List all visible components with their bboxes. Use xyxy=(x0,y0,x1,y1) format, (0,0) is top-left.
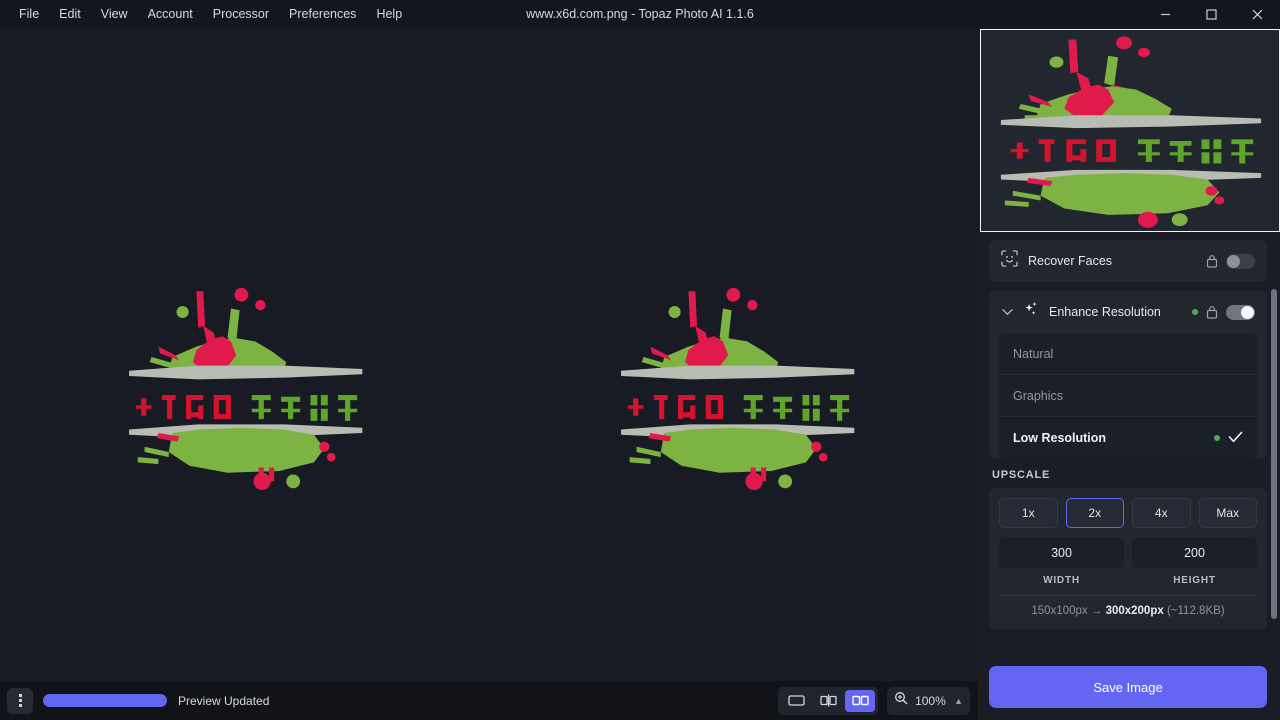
panel-scrollbar[interactable] xyxy=(1271,239,1277,669)
model-option-natural[interactable]: Natural xyxy=(999,333,1257,375)
window-controls xyxy=(1142,0,1280,29)
upscale-4x-button[interactable]: 4x xyxy=(1132,498,1191,528)
upscale-1x-button[interactable]: 1x xyxy=(999,498,1058,528)
recover-faces-label: Recover Faces xyxy=(1028,254,1112,268)
arrow-icon: → xyxy=(1091,605,1103,617)
chevron-down-icon[interactable] xyxy=(1001,308,1014,316)
maximize-icon[interactable] xyxy=(1188,0,1234,29)
zoom-control[interactable]: 100% ▲ xyxy=(887,687,970,715)
recover-faces-toggle[interactable] xyxy=(1226,254,1255,269)
title-bar: File Edit View Account Processor Prefere… xyxy=(0,0,1280,29)
chevron-up-icon[interactable]: ▲ xyxy=(954,696,963,706)
dimension-inputs: 300 WIDTH 200 HEIGHT xyxy=(999,537,1257,586)
model-option-label: Graphics xyxy=(1013,389,1063,403)
width-input[interactable]: 300 xyxy=(999,537,1124,568)
enhance-resolution-model-list: Natural Graphics Low Resolution xyxy=(999,333,1257,459)
minimize-icon[interactable] xyxy=(1142,0,1188,29)
preview-thumbnail-image xyxy=(981,30,1279,231)
check-icon xyxy=(1228,430,1243,446)
menu-item-account[interactable]: Account xyxy=(138,0,203,29)
enhanced-image xyxy=(612,274,872,490)
sparkles-icon xyxy=(1022,301,1039,323)
more-options-icon[interactable] xyxy=(7,688,33,714)
model-option-low-resolution[interactable]: Low Resolution xyxy=(999,417,1257,459)
original-image xyxy=(120,274,380,490)
filter-card-enhance-resolution[interactable]: Enhance Resolution Natural xyxy=(989,291,1267,459)
image-canvas[interactable] xyxy=(0,29,978,681)
view-mode-group xyxy=(778,687,878,715)
close-icon[interactable] xyxy=(1234,0,1280,29)
enhanced-image-pane[interactable] xyxy=(612,274,872,490)
save-image-button[interactable]: Save Image xyxy=(989,666,1267,708)
upscale-2x-button[interactable]: 2x xyxy=(1066,498,1125,528)
model-option-label: Natural xyxy=(1013,347,1053,361)
status-bar: Preview Updated xyxy=(0,681,978,720)
upscale-section-label: UPSCALE xyxy=(992,469,1269,481)
enhance-resolution-toggle[interactable] xyxy=(1226,305,1255,320)
model-option-graphics[interactable]: Graphics xyxy=(999,375,1257,417)
upscale-divider xyxy=(1001,595,1255,596)
save-image-container: Save Image xyxy=(989,666,1267,708)
side-by-side-view-icon[interactable] xyxy=(845,690,875,712)
model-status-dot xyxy=(1214,435,1220,441)
enhance-resolution-label: Enhance Resolution xyxy=(1049,305,1161,319)
width-label: WIDTH xyxy=(999,575,1124,586)
settings-scroll-area: Recover Faces xyxy=(978,232,1280,662)
menu-item-help[interactable]: Help xyxy=(366,0,412,29)
zoom-icon xyxy=(894,691,908,710)
split-view-icon[interactable] xyxy=(813,690,843,712)
lock-icon[interactable] xyxy=(1206,254,1218,268)
progress-bar xyxy=(43,694,167,707)
menu-bar: File Edit View Account Processor Prefere… xyxy=(0,0,412,29)
upscale-factor-group: 1x 2x 4x Max xyxy=(999,498,1257,528)
enhance-resolution-header[interactable]: Enhance Resolution xyxy=(989,291,1267,333)
size-summary: 150x100px → 300x200px (~112.8KB) xyxy=(999,605,1257,619)
panel-scrollbar-thumb[interactable] xyxy=(1271,289,1277,619)
upscale-max-button[interactable]: Max xyxy=(1199,498,1258,528)
estimated-file-size: (~112.8KB) xyxy=(1167,605,1225,617)
model-option-label: Low Resolution xyxy=(1013,431,1106,445)
original-image-pane[interactable] xyxy=(120,274,380,490)
settings-panel: Recover Faces xyxy=(978,29,1280,720)
height-input[interactable]: 200 xyxy=(1132,537,1257,568)
zoom-level-value: 100% xyxy=(915,694,947,708)
preview-thumbnail[interactable] xyxy=(980,29,1280,232)
lock-icon[interactable] xyxy=(1206,305,1218,319)
menu-item-view[interactable]: View xyxy=(91,0,138,29)
topaz-photo-ai-window: File Edit View Account Processor Prefere… xyxy=(0,0,1280,720)
filter-card-recover-faces[interactable]: Recover Faces xyxy=(989,240,1267,282)
status-message: Preview Updated xyxy=(178,694,269,708)
target-size: 300x200px xyxy=(1106,605,1164,617)
enhance-resolution-status-dot xyxy=(1192,309,1198,315)
recover-faces-header[interactable]: Recover Faces xyxy=(989,240,1267,282)
menu-item-processor[interactable]: Processor xyxy=(203,0,279,29)
status-bar-right: 100% ▲ xyxy=(778,681,970,720)
single-view-icon[interactable] xyxy=(781,690,811,712)
menu-item-edit[interactable]: Edit xyxy=(49,0,91,29)
height-label: HEIGHT xyxy=(1132,575,1257,586)
source-size: 150x100px xyxy=(1031,605,1087,617)
menu-item-file[interactable]: File xyxy=(9,0,49,29)
upscale-card: 1x 2x 4x Max 300 WIDTH 200 HEIGHT xyxy=(989,488,1267,629)
face-scan-icon xyxy=(1001,250,1018,272)
menu-item-preferences[interactable]: Preferences xyxy=(279,0,366,29)
